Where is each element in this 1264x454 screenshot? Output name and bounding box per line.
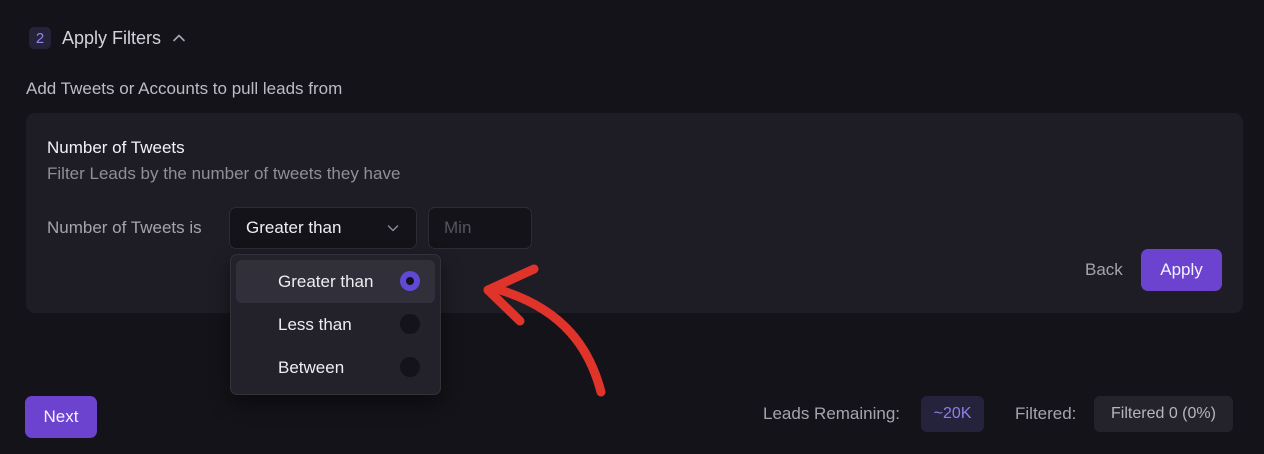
annotation-arrow-icon xyxy=(483,264,606,397)
dropdown-option-less-than[interactable]: Less than xyxy=(236,303,435,346)
page: 2 Apply Filters Add Tweets or Accounts t… xyxy=(0,0,1264,454)
radio-checked-icon[interactable] xyxy=(400,271,420,291)
step-title: Apply Filters xyxy=(62,27,162,48)
step-header[interactable]: 2 Apply Filters xyxy=(29,25,186,51)
comparison-select[interactable]: Greater than xyxy=(229,207,417,249)
comparison-dropdown-menu: Greater than Less than Between xyxy=(230,254,441,395)
leads-remaining-label: Leads Remaining: xyxy=(763,404,901,423)
dropdown-option-between[interactable]: Between xyxy=(236,346,435,389)
chevron-down-icon xyxy=(386,221,400,235)
filtered-label: Filtered: xyxy=(1015,404,1077,423)
filter-title: Number of Tweets xyxy=(47,138,185,157)
filter-card: Number of Tweets Filter Leads by the num… xyxy=(26,113,1243,313)
comparison-select-value: Greater than xyxy=(246,218,342,237)
radio-unchecked-icon[interactable] xyxy=(400,357,420,377)
radio-unchecked-icon[interactable] xyxy=(400,314,420,334)
min-input[interactable] xyxy=(428,207,532,249)
step-number-badge: 2 xyxy=(29,27,51,49)
option-label: Less than xyxy=(278,314,352,334)
filter-description: Filter Leads by the number of tweets the… xyxy=(47,164,401,183)
option-label: Between xyxy=(278,357,345,377)
section-subtitle: Add Tweets or Accounts to pull leads fro… xyxy=(26,79,343,98)
leads-remaining-badge: ~20K xyxy=(921,396,984,432)
option-label: Greater than xyxy=(278,271,374,291)
dropdown-option-greater-than[interactable]: Greater than xyxy=(236,260,435,303)
back-button[interactable]: Back xyxy=(1075,249,1133,291)
next-button[interactable]: Next xyxy=(25,396,97,438)
filtered-badge: Filtered 0 (0%) xyxy=(1094,396,1233,432)
chevron-up-icon[interactable] xyxy=(172,31,186,45)
condition-label: Number of Tweets is xyxy=(47,218,202,237)
apply-button[interactable]: Apply xyxy=(1141,249,1222,291)
